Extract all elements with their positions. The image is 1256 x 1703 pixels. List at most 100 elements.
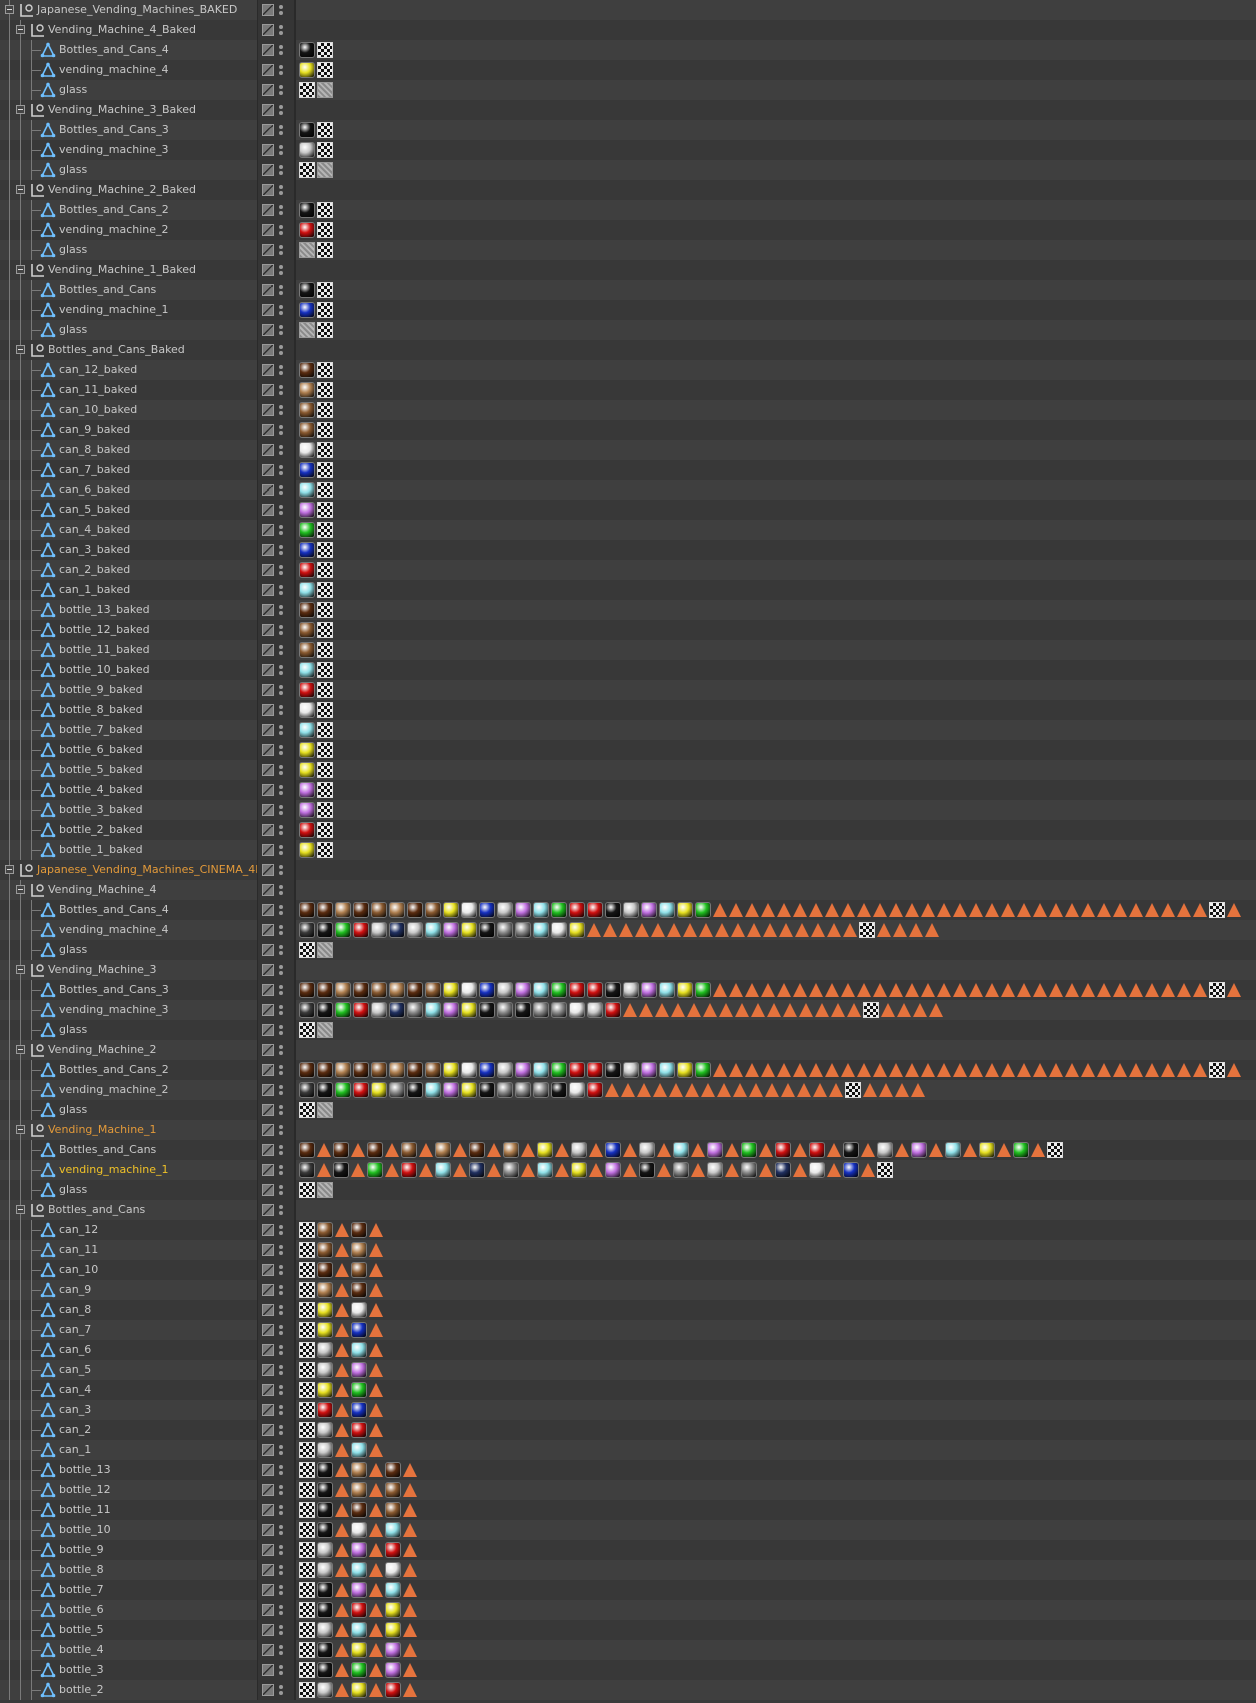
uvw-tag-icon[interactable] bbox=[299, 1622, 315, 1638]
object-label[interactable]: glass bbox=[59, 243, 87, 256]
selection-tag-icon[interactable] bbox=[637, 1083, 651, 1097]
uvw-tag-icon[interactable] bbox=[317, 62, 333, 78]
enable-toggle-icon[interactable] bbox=[262, 224, 274, 236]
uvw-tag-icon[interactable] bbox=[317, 462, 333, 478]
selection-tag-icon[interactable] bbox=[369, 1583, 383, 1597]
object-name-cell[interactable]: vending_machine_2 bbox=[0, 220, 257, 240]
selection-tag-icon[interactable] bbox=[335, 1603, 349, 1617]
selection-tag-icon[interactable] bbox=[795, 923, 809, 937]
material-tag-icon[interactable] bbox=[351, 1422, 367, 1438]
uvw-tag-icon[interactable] bbox=[299, 82, 315, 98]
selection-tag-icon[interactable] bbox=[761, 903, 775, 917]
selection-tag-icon[interactable] bbox=[589, 1163, 603, 1177]
enable-toggle-icon[interactable] bbox=[262, 1564, 274, 1576]
object-row[interactable]: Vending_Machine_1_Baked bbox=[0, 260, 1256, 280]
object-row[interactable]: Japanese_Vending_Machines_BAKED bbox=[0, 0, 1256, 20]
uvw-tag-icon[interactable] bbox=[299, 1242, 315, 1258]
material-tag-icon[interactable] bbox=[299, 582, 315, 598]
object-name-cell[interactable]: bottle_11_baked bbox=[0, 640, 257, 660]
selection-tag-icon[interactable] bbox=[953, 983, 967, 997]
object-name-cell[interactable]: bottle_5 bbox=[0, 1620, 257, 1640]
object-label[interactable]: bottle_5_baked bbox=[59, 763, 143, 776]
selection-tag-icon[interactable] bbox=[555, 1143, 569, 1157]
selection-tag-icon[interactable] bbox=[745, 1063, 759, 1077]
visibility-dots-icon[interactable] bbox=[279, 344, 283, 356]
object-row[interactable]: Bottles_and_Cans_2 bbox=[0, 200, 1256, 220]
visibility-dots-icon[interactable] bbox=[279, 244, 283, 256]
selection-tag-icon[interactable] bbox=[809, 983, 823, 997]
material-tag-icon[interactable] bbox=[877, 1142, 893, 1158]
object-row[interactable]: vending_machine_2 bbox=[0, 220, 1256, 240]
visibility-dots-icon[interactable] bbox=[279, 1504, 283, 1516]
selection-tag-icon[interactable] bbox=[759, 1143, 773, 1157]
selection-tag-icon[interactable] bbox=[1017, 903, 1031, 917]
object-label[interactable]: can_6_baked bbox=[59, 483, 130, 496]
object-row[interactable]: bottle_8 bbox=[0, 1560, 1256, 1580]
visibility-dots-icon[interactable] bbox=[279, 184, 283, 196]
object-label[interactable]: glass bbox=[59, 943, 87, 956]
selection-tag-icon[interactable] bbox=[1177, 1063, 1191, 1077]
selection-tag-icon[interactable] bbox=[863, 1083, 877, 1097]
visibility-dots-icon[interactable] bbox=[279, 464, 283, 476]
object-row[interactable]: Bottles_and_Cans_4 bbox=[0, 40, 1256, 60]
material-tag-icon[interactable] bbox=[299, 1062, 315, 1078]
material-tag-icon[interactable] bbox=[503, 1162, 519, 1178]
object-name-cell[interactable]: Bottles_and_Cans_3 bbox=[0, 120, 257, 140]
object-label[interactable]: can_3 bbox=[59, 1403, 91, 1416]
enable-toggle-icon[interactable] bbox=[262, 864, 274, 876]
material-tag-icon[interactable] bbox=[775, 1162, 791, 1178]
uvw-tag-icon[interactable] bbox=[1047, 1142, 1063, 1158]
object-name-cell[interactable]: Vending_Machine_2_Baked bbox=[0, 180, 257, 200]
material-tag-icon[interactable] bbox=[299, 222, 315, 238]
visibility-dots-icon[interactable] bbox=[279, 904, 283, 916]
object-label[interactable]: Vending_Machine_3 bbox=[48, 963, 156, 976]
visibility-dots-icon[interactable] bbox=[279, 584, 283, 596]
material-tag-icon[interactable] bbox=[695, 1062, 711, 1078]
visibility-dots-icon[interactable] bbox=[279, 1524, 283, 1536]
object-label[interactable]: Japanese_Vending_Machines_CINEMA_4D bbox=[37, 863, 257, 876]
object-label[interactable]: bottle_10_baked bbox=[59, 663, 150, 676]
selection-tag-icon[interactable] bbox=[1097, 903, 1111, 917]
visibility-dots-icon[interactable] bbox=[279, 504, 283, 516]
material-tag-icon[interactable] bbox=[317, 1622, 333, 1638]
visibility-dots-icon[interactable] bbox=[279, 984, 283, 996]
object-row[interactable]: bottle_6 bbox=[0, 1600, 1256, 1620]
selection-tag-icon[interactable] bbox=[335, 1443, 349, 1457]
selection-tag-icon[interactable] bbox=[623, 1003, 637, 1017]
material-tag-icon[interactable] bbox=[385, 1682, 401, 1698]
texture-tag-icon[interactable] bbox=[299, 242, 315, 258]
selection-tag-icon[interactable] bbox=[403, 1663, 417, 1677]
object-name-cell[interactable]: can_1_baked bbox=[0, 580, 257, 600]
object-row[interactable]: Bottles_and_Cans bbox=[0, 1200, 1256, 1220]
selection-tag-icon[interactable] bbox=[621, 1083, 635, 1097]
object-row[interactable]: Vending_Machine_2 bbox=[0, 1040, 1256, 1060]
selection-tag-icon[interactable] bbox=[335, 1343, 349, 1357]
object-label[interactable]: glass bbox=[59, 163, 87, 176]
enable-toggle-icon[interactable] bbox=[262, 284, 274, 296]
object-row[interactable]: bottle_11_baked bbox=[0, 640, 1256, 660]
object-label[interactable]: vending_machine_1 bbox=[59, 1163, 169, 1176]
object-label[interactable]: bottle_12 bbox=[59, 1483, 111, 1496]
object-name-cell[interactable]: Japanese_Vending_Machines_CINEMA_4D bbox=[0, 860, 257, 880]
material-tag-icon[interactable] bbox=[351, 1682, 367, 1698]
object-row[interactable]: Vending_Machine_3 bbox=[0, 960, 1256, 980]
visibility-dots-icon[interactable] bbox=[279, 44, 283, 56]
selection-tag-icon[interactable] bbox=[793, 1163, 807, 1177]
selection-tag-icon[interactable] bbox=[1193, 1063, 1207, 1077]
object-name-cell[interactable]: can_7_baked bbox=[0, 460, 257, 480]
enable-toggle-icon[interactable] bbox=[262, 1244, 274, 1256]
material-tag-icon[interactable] bbox=[385, 1602, 401, 1618]
object-row[interactable]: glass bbox=[0, 320, 1256, 340]
material-tag-icon[interactable] bbox=[569, 1002, 585, 1018]
material-tag-icon[interactable] bbox=[551, 902, 567, 918]
material-tag-icon[interactable] bbox=[515, 1082, 531, 1098]
enable-toggle-icon[interactable] bbox=[262, 244, 274, 256]
collapse-toggle-icon[interactable] bbox=[16, 265, 25, 274]
selection-tag-icon[interactable] bbox=[953, 903, 967, 917]
material-tag-icon[interactable] bbox=[533, 902, 549, 918]
enable-toggle-icon[interactable] bbox=[262, 124, 274, 136]
visibility-dots-icon[interactable] bbox=[279, 1684, 283, 1696]
selection-tag-icon[interactable] bbox=[369, 1563, 383, 1577]
enable-toggle-icon[interactable] bbox=[262, 1144, 274, 1156]
selection-tag-icon[interactable] bbox=[841, 1063, 855, 1077]
